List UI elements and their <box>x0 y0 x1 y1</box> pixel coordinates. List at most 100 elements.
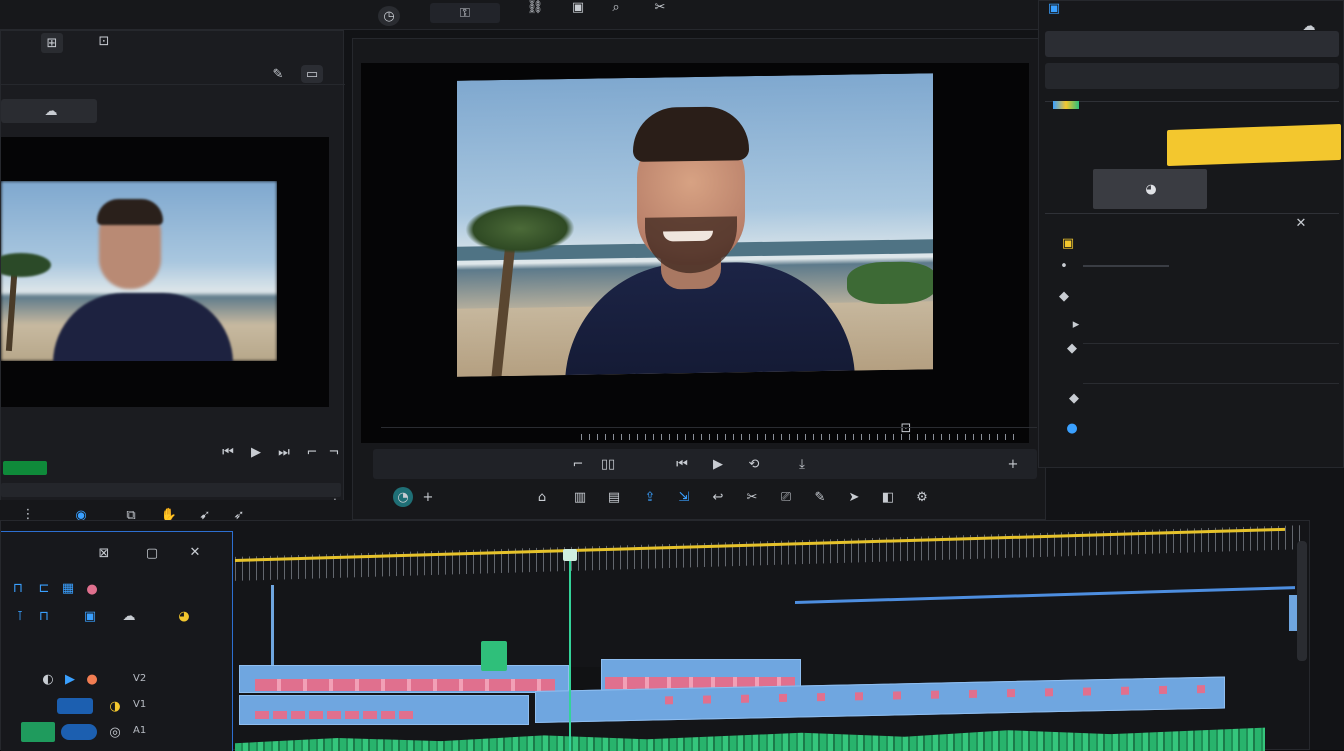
inspector-field-2[interactable] <box>1045 63 1339 89</box>
play-track-icon[interactable]: ▶ <box>63 672 77 687</box>
square-icon[interactable]: ▢ <box>145 546 159 561</box>
search-icon[interactable]: ⌕ <box>606 0 626 15</box>
pink-strip-1 <box>255 679 555 691</box>
track-row-a1: ◎ A1 <box>21 722 221 742</box>
tree-bullet-4[interactable]: ◆ <box>1065 341 1079 356</box>
in-marker[interactable] <box>271 585 274 669</box>
close-timeline-icon[interactable]: ✕ <box>187 544 203 560</box>
settings-icon[interactable]: ⚙ <box>913 487 931 507</box>
source-tab-bar: ✎ ▭ <box>1 63 345 85</box>
clip-v1-1[interactable] <box>239 695 529 725</box>
track-color-icon[interactable]: ▣ <box>83 608 97 624</box>
source-scrub-bar[interactable] <box>1 483 341 497</box>
tree-bullet-3[interactable]: ▸ <box>1069 317 1083 332</box>
source-video-frame <box>1 137 329 407</box>
inspector-color-chip <box>1053 101 1079 109</box>
loop-button[interactable]: ⟲ <box>745 455 763 473</box>
track-toggle-a1b[interactable] <box>61 724 97 740</box>
green-clip-stack[interactable] <box>481 641 507 671</box>
track-label-a1: A1 <box>133 725 147 736</box>
track-toggle-v1[interactable] <box>57 698 93 714</box>
snap-icon[interactable]: ⊓ <box>11 580 25 596</box>
headphones-icon[interactable]: ◎ <box>107 724 123 740</box>
timeline-ruler[interactable] <box>235 521 1305 585</box>
program-video <box>457 73 933 377</box>
program-ruler[interactable] <box>581 434 1021 440</box>
step-back-icon[interactable]: ⏮ <box>219 443 237 461</box>
program-info-bar <box>381 427 1037 445</box>
folder-icon[interactable]: ▣ <box>568 0 588 15</box>
color-dot-icon[interactable]: ● <box>85 582 99 597</box>
mark-out-icon[interactable]: ¬ <box>325 443 343 461</box>
inspector-panel: ▣ ☁ ◕ ✕ ▣ • ◆ ▸ ◆ ◆ ● <box>1038 0 1344 468</box>
play-icon[interactable]: ▶ <box>247 443 265 461</box>
add-button[interactable]: + <box>1003 455 1023 473</box>
overwrite-icon[interactable]: ▤ <box>605 487 623 507</box>
tree-bullet-2[interactable]: ◆ <box>1057 289 1071 304</box>
safe-margin-icon[interactable]: ◧ <box>879 487 897 507</box>
ripple-icon[interactable]: ↩ <box>709 487 727 507</box>
link-icon[interactable]: ⛓ <box>524 0 546 15</box>
grid-icon[interactable]: ⊡ <box>93 31 115 51</box>
step-back-button[interactable]: ⏮ <box>673 455 691 473</box>
palette-icon[interactable]: ◕ <box>177 608 191 624</box>
track-sync-icon[interactable]: ⊓ <box>37 608 51 624</box>
eye-icon[interactable]: ◐ <box>41 672 55 687</box>
linked-icon[interactable]: ⊏ <box>37 580 51 596</box>
step-forward-icon[interactable]: ⏭ <box>275 443 293 461</box>
tree-line-1 <box>1083 265 1169 267</box>
pen-tool-icon[interactable]: ✎ <box>811 487 829 507</box>
source-monitor: ⊞ ⊡ ✎ ▭ ☁ ⏮ ▶ ⏭ ⌐ ¬ <box>0 30 345 522</box>
tree-bullet-5[interactable]: ◆ <box>1067 391 1081 406</box>
export-frame-button[interactable]: ⤓ <box>793 455 811 473</box>
program-monitor: ⊡ ⌐ ▯▯ ⏮ ▶ ⟲ ⤓ + ◔ + ⌂ ▥ ▤ ⇪ ⇲ ↩ ✂ ⎚ ✎ ➤… <box>352 38 1046 520</box>
track-headers: ⊠ ▢ ✕ ⊓ ⊏ ▦ ● ⊺ ⊓ ▣ ☁ ◕ ◐ ▶ ● V2 ◑ V1 ◎ … <box>1 531 233 751</box>
section-expand-icon[interactable]: ▣ <box>1061 236 1075 251</box>
trim-icon[interactable]: ✂ <box>743 487 761 507</box>
mark-in-icon[interactable]: ⌐ <box>303 443 321 461</box>
lock-icon[interactable]: ⚿ <box>430 3 500 23</box>
playhead-handle[interactable] <box>563 549 577 561</box>
timeline-panel: ⊠ ▢ ✕ ⊓ ⊏ ▦ ● ⊺ ⊓ ▣ ☁ ◕ ◐ ▶ ● V2 ◑ V1 ◎ … <box>0 520 1310 751</box>
scissors-icon[interactable]: ✂ <box>650 0 670 15</box>
add-panel-icon[interactable]: ⊞ <box>41 33 63 53</box>
inspector-field-1[interactable] <box>1045 31 1339 57</box>
add-marker-icon[interactable]: + <box>419 487 437 507</box>
mark-in-button[interactable]: ⌐ <box>569 455 587 473</box>
camera-icon[interactable]: ⎚ <box>777 487 795 507</box>
inspector-thumb[interactable]: ◕ <box>1093 169 1207 209</box>
record-icon[interactable]: ● <box>85 672 99 687</box>
audio-waveform[interactable] <box>235 727 1265 751</box>
insert-icon[interactable]: ▥ <box>571 487 589 507</box>
pen-icon[interactable]: ✎ <box>269 65 287 83</box>
send-icon[interactable]: ➤ <box>845 487 863 507</box>
source-toggle[interactable]: ☁ <box>1 99 97 123</box>
marker-add-icon[interactable]: ▦ <box>61 580 75 596</box>
timeline-scrollbar[interactable] <box>1297 541 1307 661</box>
chat-bubble-icon[interactable]: ◔ <box>393 487 413 507</box>
lift-icon[interactable]: ⇪ <box>641 487 659 507</box>
source-control-bar: ⏮ ▶ ⏭ ⌐ ¬ <box>1 439 345 465</box>
color-wheel-icon[interactable]: ◑ <box>107 698 123 714</box>
settings-small-icon[interactable]: ⊠ <box>97 546 111 561</box>
track-lock-icon[interactable]: ⊺ <box>13 608 27 624</box>
program-toolbar: ◔ + ⌂ ▥ ▤ ⇪ ⇲ ↩ ✂ ⎚ ✎ ➤ ◧ ⚙ <box>393 483 1013 511</box>
bookmark-icon[interactable]: ⌂ <box>533 487 551 507</box>
chat-icon[interactable]: ▭ <box>301 65 323 83</box>
cloud-track-icon[interactable]: ☁ <box>119 608 139 624</box>
track-row-v2: ◐ ▶ ● V2 <box>21 670 221 690</box>
blue-track-end <box>795 586 1295 604</box>
inspector-highlight[interactable] <box>1167 123 1341 167</box>
playhead[interactable] <box>569 555 571 751</box>
tree-bullet-1[interactable]: • <box>1057 259 1071 274</box>
source-video <box>1 181 277 361</box>
tree-bullet-6[interactable]: ● <box>1065 421 1079 436</box>
editor-app: ◷ ⚿ ⛓ ▣ ⌕ ✂ ⊞ ⊡ ✎ ▭ ☁ ⏮ ▶ ⏭ ⌐ ¬ ⋮ ◉ ⧉ ✋ … <box>0 0 1344 751</box>
extract-icon[interactable]: ⇲ <box>675 487 693 507</box>
marker-button[interactable]: ▯▯ <box>593 455 623 473</box>
top-toolbar: ◷ ⚿ ⛓ ▣ ⌕ ✂ <box>0 0 1040 30</box>
close-section-icon[interactable]: ✕ <box>1293 215 1309 231</box>
clock-icon[interactable]: ◷ <box>378 6 400 26</box>
play-button[interactable]: ▶ <box>709 455 727 473</box>
track-toggle-a1[interactable] <box>21 722 55 742</box>
